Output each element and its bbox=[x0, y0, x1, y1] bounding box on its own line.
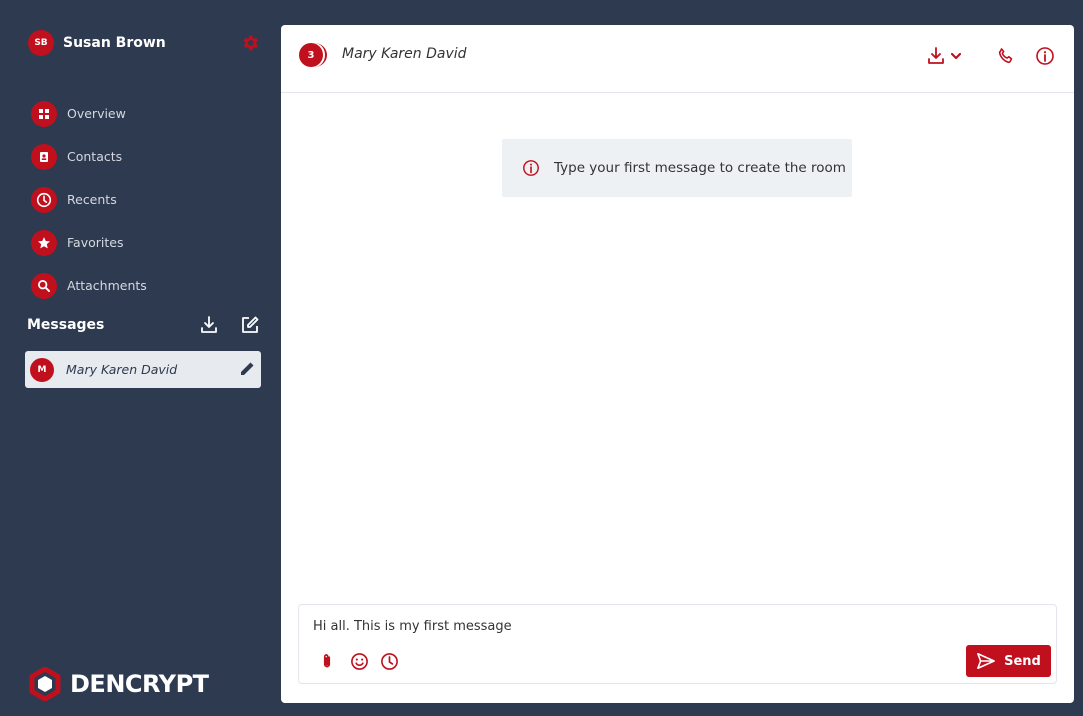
room-badge[interactable]: 3 bbox=[299, 43, 327, 71]
gear-icon[interactable] bbox=[240, 33, 260, 53]
user-name: Susan Brown bbox=[63, 35, 166, 51]
messages-title: Messages bbox=[27, 317, 105, 333]
chat-panel: 3 Mary Karen David Type your first messa… bbox=[281, 25, 1074, 703]
smiley-icon bbox=[350, 652, 368, 670]
sidebar-item-attachments[interactable]: Attachments bbox=[31, 264, 271, 307]
logo-text: DENCRYPT bbox=[70, 670, 209, 698]
sidebar-item-label: Overview bbox=[67, 106, 126, 121]
info-icon bbox=[1036, 47, 1054, 65]
conversation-name: Mary Karen David bbox=[66, 362, 178, 377]
room-name: Mary Karen David bbox=[342, 46, 467, 62]
sidebar-item-contacts[interactable]: Contacts bbox=[31, 135, 271, 178]
export-dropdown-button[interactable] bbox=[926, 45, 962, 67]
chat-header: 3 Mary Karen David bbox=[281, 25, 1074, 93]
dencrypt-logo-mark-icon bbox=[29, 667, 61, 701]
info-icon bbox=[523, 160, 539, 176]
clock-icon bbox=[380, 652, 398, 670]
dencrypt-logo: DENCRYPT bbox=[28, 667, 209, 701]
user-profile[interactable]: SB Susan Brown bbox=[28, 30, 264, 56]
sidebar-item-label: Recents bbox=[67, 192, 117, 207]
sidebar-item-recents[interactable]: Recents bbox=[31, 178, 271, 221]
dashboard-icon bbox=[31, 100, 57, 127]
messages-section-header: Messages bbox=[27, 314, 267, 336]
paperclip-icon bbox=[323, 654, 331, 668]
info-button[interactable] bbox=[1035, 45, 1055, 67]
sidebar-item-overview[interactable]: Overview bbox=[31, 92, 271, 135]
attach-button[interactable] bbox=[317, 651, 337, 671]
download-icon[interactable] bbox=[199, 315, 219, 335]
info-banner: Type your first message to create the ro… bbox=[502, 139, 852, 197]
message-input[interactable] bbox=[313, 615, 953, 637]
contact-card-icon bbox=[31, 143, 57, 170]
download-icon bbox=[928, 47, 944, 64]
sidebar-item-label: Contacts bbox=[67, 149, 123, 164]
sidebar-item-label: Favorites bbox=[67, 235, 124, 250]
compose-icon[interactable] bbox=[240, 315, 260, 335]
send-button[interactable]: Send bbox=[966, 645, 1051, 677]
sidebar-nav: Overview Contacts Recents Favorites Atta… bbox=[31, 92, 271, 307]
sidebar-item-favorites[interactable]: Favorites bbox=[31, 221, 271, 264]
send-icon bbox=[977, 652, 996, 670]
send-button-label: Send bbox=[1004, 653, 1041, 669]
search-icon bbox=[31, 272, 57, 299]
message-composer: Send bbox=[298, 604, 1057, 684]
timer-button[interactable] bbox=[379, 651, 399, 671]
star-icon bbox=[31, 229, 57, 256]
room-count: 3 bbox=[299, 43, 323, 67]
sidebar: SB Susan Brown Overview Contacts Recents bbox=[0, 0, 278, 716]
call-button[interactable] bbox=[996, 45, 1016, 67]
pencil-icon[interactable] bbox=[239, 361, 255, 377]
phone-icon bbox=[998, 48, 1013, 64]
emoji-button[interactable] bbox=[349, 651, 369, 671]
conversation-item[interactable]: M Mary Karen David bbox=[25, 351, 261, 388]
info-banner-text: Type your first message to create the ro… bbox=[554, 160, 846, 176]
sidebar-item-label: Attachments bbox=[67, 278, 147, 293]
chevron-down-icon bbox=[950, 52, 962, 60]
user-avatar: SB bbox=[28, 30, 54, 56]
clock-icon bbox=[31, 186, 57, 213]
conversation-avatar: M bbox=[30, 357, 54, 382]
